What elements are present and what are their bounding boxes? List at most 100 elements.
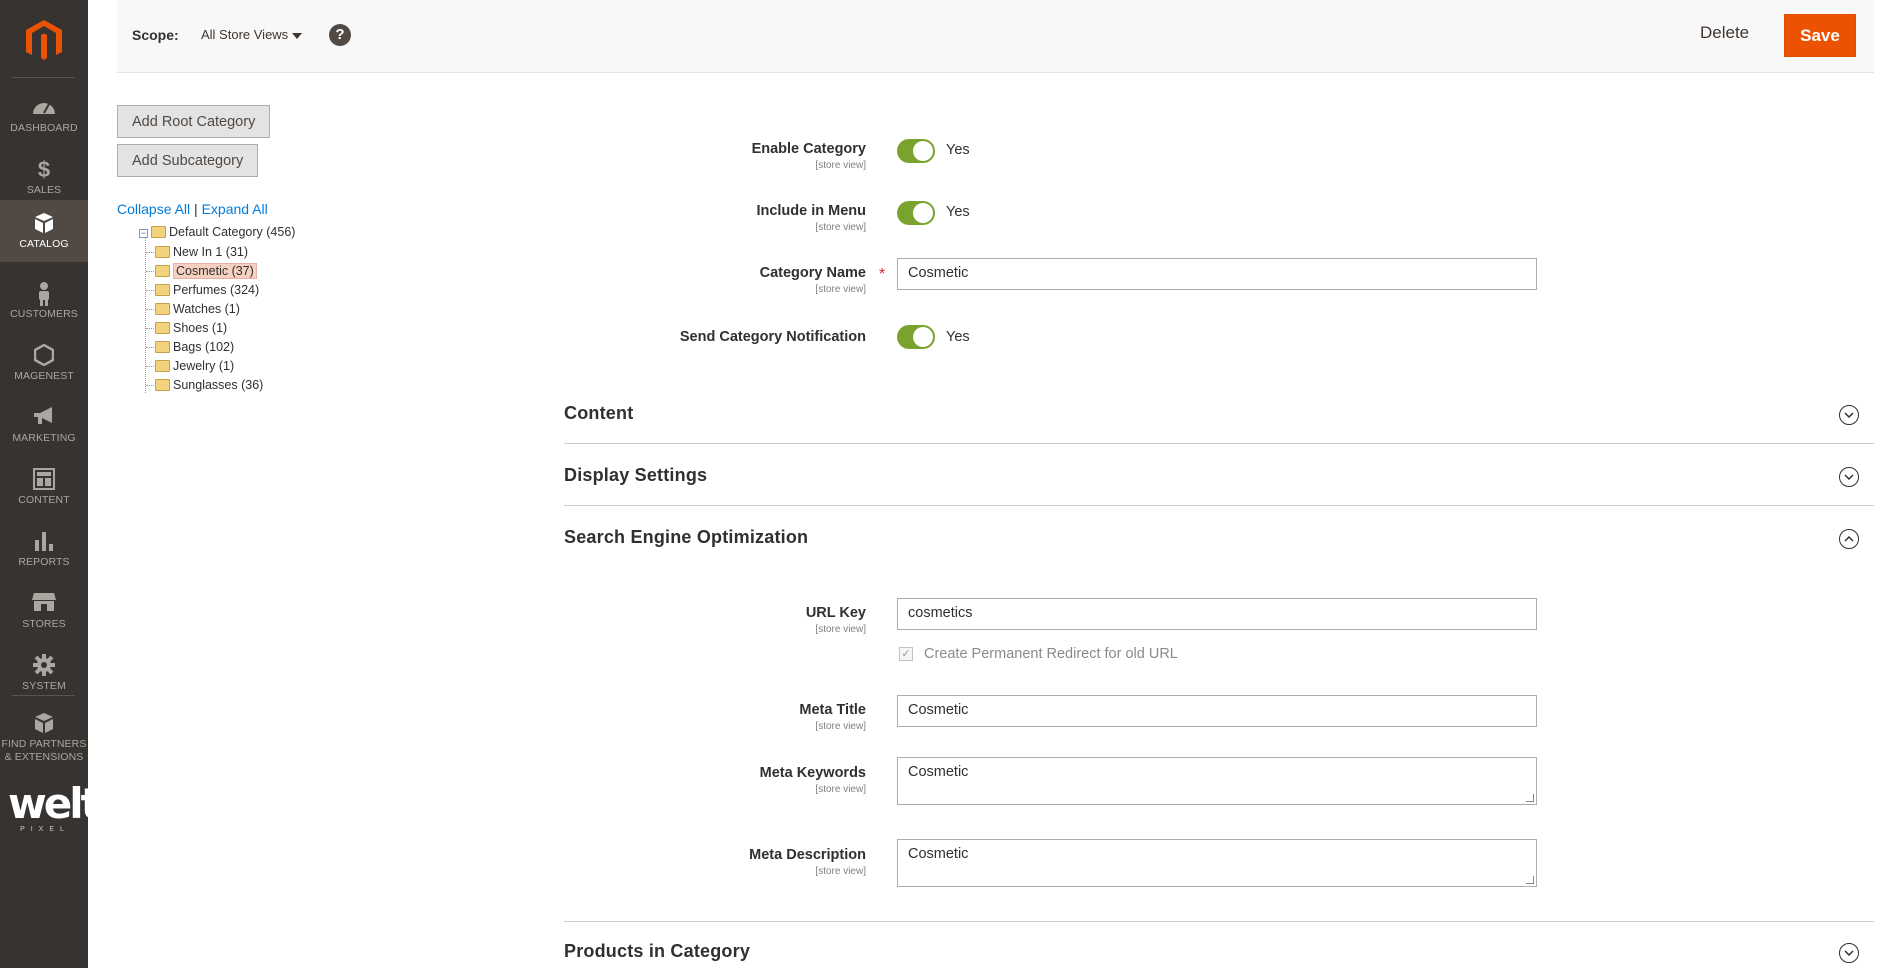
toggle-knob [913, 141, 933, 161]
resize-grip-icon[interactable] [1526, 794, 1534, 802]
box-icon [35, 213, 53, 233]
weltpixel-logo: welt PIXEL [8, 779, 101, 834]
url-key-input[interactable]: cosmetics [897, 598, 1537, 630]
required-asterisk: * [879, 266, 886, 283]
magento-logo-icon[interactable] [24, 18, 64, 62]
tree-node-label[interactable]: Sunglasses (36) [173, 378, 263, 392]
redirect-checkbox[interactable]: ✓ [899, 647, 913, 661]
section-title-products[interactable]: Products in Category [564, 941, 750, 962]
delete-button[interactable]: Delete [1700, 23, 1749, 43]
tree-node-child[interactable]: Jewelry (1) [155, 357, 234, 375]
url-key-label: URL Key [805, 605, 866, 621]
tree-node-child[interactable]: New In 1 (31) [155, 243, 248, 261]
meta-keywords-label: Meta Keywords [759, 765, 866, 781]
section-divider [564, 505, 1874, 506]
tree-node-label[interactable]: Default Category (456) [169, 225, 295, 239]
enable-category-toggle[interactable] [897, 139, 935, 163]
tree-node-label[interactable]: Jewelry (1) [173, 359, 234, 373]
nav-item-content[interactable]: CONTENT [0, 456, 88, 516]
nav-item-customers[interactable]: CUSTOMERS [0, 270, 88, 330]
nav-label-content: CONTENT [18, 494, 70, 506]
person-icon [39, 282, 49, 306]
save-button[interactable]: Save [1784, 14, 1856, 57]
meta-title-scope: [store view] [815, 721, 866, 732]
section-title-content[interactable]: Content [564, 403, 633, 424]
tree-branch-line [146, 385, 154, 386]
add-subcategory-button[interactable]: Add Subcategory [117, 144, 259, 177]
include-in-menu-scope: [store view] [815, 222, 866, 233]
collapse-all-link[interactable]: Collapse All [117, 201, 190, 217]
tree-guide-line [145, 232, 146, 393]
nav-item-catalog[interactable]: CATALOG [0, 200, 88, 262]
chevron-down-icon[interactable] [292, 33, 302, 39]
section-title-display-settings[interactable]: Display Settings [564, 465, 707, 486]
tree-node-label[interactable]: Watches (1) [173, 302, 240, 316]
category-name-label: Category Name [759, 265, 866, 281]
megaphone-icon [34, 407, 52, 424]
tree-collapse-toggle-icon[interactable]: − [139, 229, 148, 238]
toggle-knob [913, 203, 933, 223]
send-notification-label: Send Category Notification [679, 329, 866, 345]
meta-keywords-value: Cosmetic [908, 764, 969, 780]
section-title-seo[interactable]: Search Engine Optimization [564, 527, 808, 548]
enable-category-scope: [store view] [815, 160, 866, 171]
tree-branch-line [146, 271, 154, 272]
nav-item-magenest[interactable]: MAGENEST [0, 332, 88, 392]
tree-node-label[interactable]: Bags (102) [173, 340, 234, 354]
nav-label-stores: STORES [22, 618, 66, 630]
nav-item-dashboard[interactable]: DASHBOARD [0, 84, 88, 144]
nav-divider [12, 77, 75, 78]
tree-node-root[interactable]: − Default Category (456) [139, 223, 295, 241]
tree-branch-line [146, 347, 154, 348]
expand-all-link[interactable]: Expand All [202, 201, 268, 217]
nav-label-catalog: CATALOG [19, 238, 69, 250]
hexagon-icon [34, 344, 54, 366]
tree-node-child[interactable]: Sunglasses (36) [155, 376, 263, 394]
scope-switcher[interactable]: All Store Views [201, 27, 288, 42]
tree-node-label[interactable]: New In 1 (31) [173, 245, 248, 259]
category-name-scope: [store view] [815, 284, 866, 295]
include-in-menu-value: Yes [946, 204, 970, 220]
brand-name: welt [8, 779, 101, 828]
meta-description-scope: [store view] [815, 866, 866, 877]
category-name-input[interactable]: Cosmetic [897, 258, 1537, 290]
tree-node-label[interactable]: Perfumes (324) [173, 283, 259, 297]
dashboard-gauge-icon [33, 103, 55, 114]
nav-item-sales[interactable]: $ SALES [0, 146, 88, 206]
tree-controls: Collapse All | Expand All [117, 201, 268, 217]
include-in-menu-toggle[interactable] [897, 201, 935, 225]
nav-item-system[interactable]: SYSTEM [0, 642, 88, 702]
redirect-checkbox-label[interactable]: Create Permanent Redirect for old URL [924, 646, 1178, 662]
nav-label-sales: SALES [26, 184, 62, 196]
toggle-knob [913, 327, 933, 347]
tree-node-label[interactable]: Shoes (1) [173, 321, 227, 335]
meta-keywords-textarea[interactable]: Cosmetic [897, 757, 1537, 805]
folder-icon [155, 341, 170, 353]
tree-node-child[interactable]: Perfumes (324) [155, 281, 259, 299]
resize-grip-icon[interactable] [1526, 876, 1534, 884]
meta-description-value: Cosmetic [908, 846, 969, 862]
send-notification-toggle[interactable] [897, 325, 935, 349]
meta-title-input[interactable]: Cosmetic [897, 695, 1537, 727]
meta-description-textarea[interactable]: Cosmetic [897, 839, 1537, 887]
nav-item-stores[interactable]: STORES [0, 580, 88, 640]
tree-node-child-selected[interactable]: Cosmetic (37) [155, 262, 257, 280]
tree-node-child[interactable]: Watches (1) [155, 300, 240, 318]
nav-item-marketing[interactable]: MARKETING [0, 394, 88, 454]
send-notification-value: Yes [946, 329, 970, 345]
tree-node-label[interactable]: Cosmetic (37) [173, 263, 257, 279]
nav-label-reports: REPORTS [18, 556, 70, 568]
add-root-category-button[interactable]: Add Root Category [117, 105, 271, 138]
folder-icon [155, 246, 170, 258]
tree-branch-line [146, 309, 154, 310]
tree-branch-line [146, 252, 154, 253]
tree-node-child[interactable]: Bags (102) [155, 338, 234, 356]
chevron-down-icon[interactable] [1839, 943, 1859, 963]
help-icon[interactable]: ? [329, 24, 351, 46]
chevron-down-icon[interactable] [1839, 467, 1859, 487]
chevron-up-icon[interactable] [1839, 529, 1859, 549]
chevron-down-icon[interactable] [1839, 405, 1859, 425]
tree-node-child[interactable]: Shoes (1) [155, 319, 227, 337]
nav-item-find-partners[interactable]: FIND PARTNERS & EXTENSIONS [0, 700, 88, 764]
nav-item-reports[interactable]: REPORTS [0, 518, 88, 578]
